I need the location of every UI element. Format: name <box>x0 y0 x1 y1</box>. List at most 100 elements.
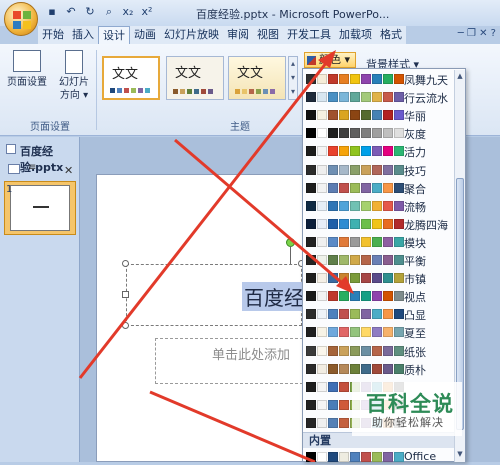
color-swatch <box>317 128 327 139</box>
color-swatch <box>350 452 360 462</box>
color-swatch <box>306 164 316 175</box>
scheme-name: 夏至 <box>404 327 426 341</box>
scheme-row[interactable]: 平衡 <box>306 251 454 268</box>
color-swatch <box>317 182 327 193</box>
color-swatch <box>339 182 349 193</box>
scheme-row[interactable]: 纸张 <box>306 342 454 359</box>
office-button[interactable] <box>4 2 38 36</box>
color-swatch <box>306 399 316 410</box>
subscript-icon[interactable]: x₂ <box>120 4 136 20</box>
subtitle-text[interactable]: 单击此处添加 <box>212 344 290 363</box>
save-icon[interactable]: ▪ <box>44 4 60 20</box>
color-swatch <box>339 417 349 428</box>
scheme-row[interactable]: 技巧 <box>306 161 454 178</box>
colors-button[interactable]: 颜色 ▾ <box>304 52 356 68</box>
scheme-name: 凸显 <box>404 309 426 323</box>
tab-4[interactable]: 幻灯片放映 <box>160 26 223 44</box>
theme-option-1[interactable]: 文文 <box>102 56 160 100</box>
tab-0[interactable]: 开始 <box>38 26 68 44</box>
scheme-row[interactable]: 视点 <box>306 287 454 304</box>
tab-9[interactable]: 格式 <box>376 26 406 44</box>
color-swatch <box>350 182 360 193</box>
help-icon[interactable]: ─ ❐ ✕ ? <box>458 28 496 39</box>
theme-option-3[interactable]: 文文 <box>228 56 286 100</box>
scheme-row[interactable]: 华丽 <box>306 106 454 123</box>
color-swatch <box>306 309 316 320</box>
scheme-row[interactable]: 行云流水 <box>306 88 454 105</box>
scheme-row[interactable]: 质朴 <box>306 360 454 377</box>
color-swatch <box>306 255 316 265</box>
tab-6[interactable]: 视图 <box>253 26 283 44</box>
color-swatch <box>339 255 349 265</box>
slide-orientation-button[interactable]: 幻灯片 方向 ▾ <box>54 50 94 102</box>
color-swatch <box>339 452 349 462</box>
color-swatch <box>350 164 360 175</box>
scheme-row[interactable]: 流畅 <box>306 197 454 214</box>
color-swatch <box>328 399 338 410</box>
color-swatch <box>383 327 393 338</box>
tab-1[interactable]: 插入 <box>68 26 98 44</box>
color-swatch <box>394 363 404 374</box>
scheme-name: 行云流水 <box>404 92 448 106</box>
color-swatch <box>339 327 349 338</box>
scheme-row[interactable]: 模块 <box>306 233 454 250</box>
superscript-icon[interactable]: x² <box>139 4 155 20</box>
tab-3[interactable]: 动画 <box>130 26 160 44</box>
resize-handle[interactable] <box>122 291 129 298</box>
color-swatch <box>361 291 371 302</box>
resize-handle[interactable] <box>122 322 129 329</box>
scroll-down-icon[interactable]: ▼ <box>456 450 464 458</box>
slide-thumbnail[interactable] <box>10 185 70 231</box>
scroll-up-icon[interactable]: ▲ <box>456 72 464 80</box>
slide-number: 1 <box>6 184 13 195</box>
scheme-row[interactable]: 凸显 <box>306 305 454 322</box>
color-swatch <box>372 273 382 284</box>
scheme-row[interactable]: 活力 <box>306 142 454 159</box>
color-swatch <box>328 363 338 374</box>
scheme-row[interactable]: 龙腾四海 <box>306 215 454 232</box>
color-swatch <box>361 345 371 356</box>
close-icon[interactable]: ✕ <box>64 164 73 177</box>
scheme-row[interactable]: 市镇 <box>306 269 454 286</box>
color-swatch <box>361 164 371 175</box>
scheme-row[interactable]: 聚合 <box>306 179 454 196</box>
color-swatch <box>383 363 393 374</box>
color-swatch <box>383 309 393 320</box>
slide-title-text[interactable]: 百度经 <box>242 282 306 311</box>
color-swatch <box>306 218 316 229</box>
tab-5[interactable]: 审阅 <box>223 26 253 44</box>
color-swatch <box>317 399 327 410</box>
outline-view-icon[interactable]: ≡ <box>28 162 36 173</box>
color-swatch <box>317 309 327 320</box>
color-swatch <box>339 309 349 320</box>
tab-7[interactable]: 开发工具 <box>283 26 335 44</box>
page-setup-button[interactable]: 页面设置 <box>6 50 48 89</box>
color-swatch <box>383 255 393 265</box>
scheme-row[interactable]: 灰度 <box>306 124 454 141</box>
undo-icon[interactable]: ↶ <box>63 4 79 20</box>
scheme-name: 流畅 <box>404 200 426 214</box>
color-swatch <box>394 164 404 175</box>
theme-scroll[interactable]: ▴ ▾ ▾ <box>288 56 298 100</box>
color-swatch <box>394 309 404 320</box>
tab-8[interactable]: 加载项 <box>335 26 376 44</box>
slides-pane-tab[interactable]: 百度经验.pptx <box>4 142 80 174</box>
color-swatch <box>383 291 393 302</box>
print-preview-icon[interactable]: ⌕ <box>101 4 117 20</box>
theme-option-2[interactable]: 文文 <box>166 56 224 100</box>
scheme-row[interactable]: 夏至 <box>306 323 454 340</box>
themes-group-label: 主题 <box>230 122 250 133</box>
color-swatch <box>328 218 338 229</box>
color-swatch <box>372 128 382 139</box>
redo-icon[interactable]: ↻ <box>82 4 98 20</box>
color-swatch <box>383 345 393 356</box>
slides-view-icon[interactable] <box>8 164 20 174</box>
color-swatch <box>328 164 338 175</box>
resize-handle[interactable] <box>122 260 129 267</box>
tab-2[interactable]: 设计 <box>98 26 130 44</box>
color-swatch <box>350 345 360 356</box>
color-swatch <box>372 255 382 265</box>
color-swatch <box>306 110 316 121</box>
scheme-row[interactable]: 凤舞九天 <box>306 70 454 87</box>
color-swatch <box>372 110 382 121</box>
